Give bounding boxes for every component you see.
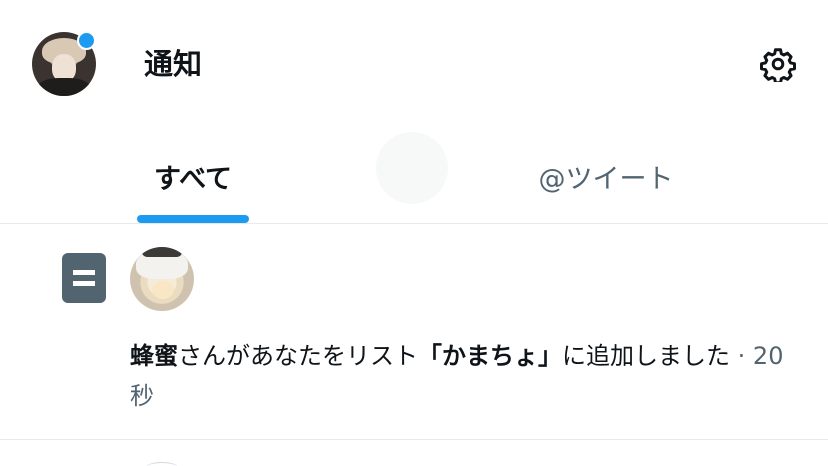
tab-all[interactable]: すべて <box>100 128 286 224</box>
notification-message-end: に追加しました <box>562 342 730 370</box>
list-icon-bar <box>73 281 95 286</box>
divider <box>0 439 828 440</box>
notifications-screen: 通知 すべて @ツイート 蜂蜜さんがあなたをリスト「かまちょ」に追加しました ·… <box>0 0 828 466</box>
page-title: 通知 <box>144 47 203 81</box>
settings-button[interactable] <box>758 44 798 84</box>
list-name[interactable]: 「かまちょ」 <box>418 342 562 370</box>
actor-avatar[interactable] <box>130 247 194 311</box>
tab-bar: すべて @ツイート <box>0 128 828 224</box>
actor-avatar-accessory <box>142 247 182 257</box>
list-icon <box>62 253 106 303</box>
list-icon-bar <box>73 270 95 275</box>
separator: · <box>737 342 746 370</box>
press-ripple <box>376 132 448 204</box>
notification-message: さんがあなたをリスト <box>178 342 418 370</box>
notification-item[interactable]: 蜂蜜さんがあなたをリスト「かまちょ」に追加しました · 20秒 <box>0 224 828 440</box>
header: 通知 <box>0 0 828 128</box>
next-item-avatar <box>146 462 178 466</box>
avatar-body <box>36 78 92 96</box>
unread-dot <box>77 31 96 50</box>
actor-name[interactable]: 蜂蜜 <box>130 342 178 370</box>
actor-avatar-face <box>152 281 174 299</box>
gear-icon <box>760 48 796 82</box>
tab-indicator <box>137 215 249 223</box>
notification-text: 蜂蜜さんがあなたをリスト「かまちょ」に追加しました · 20秒 <box>130 336 790 416</box>
tab-mentions[interactable]: @ツイート <box>474 128 738 224</box>
